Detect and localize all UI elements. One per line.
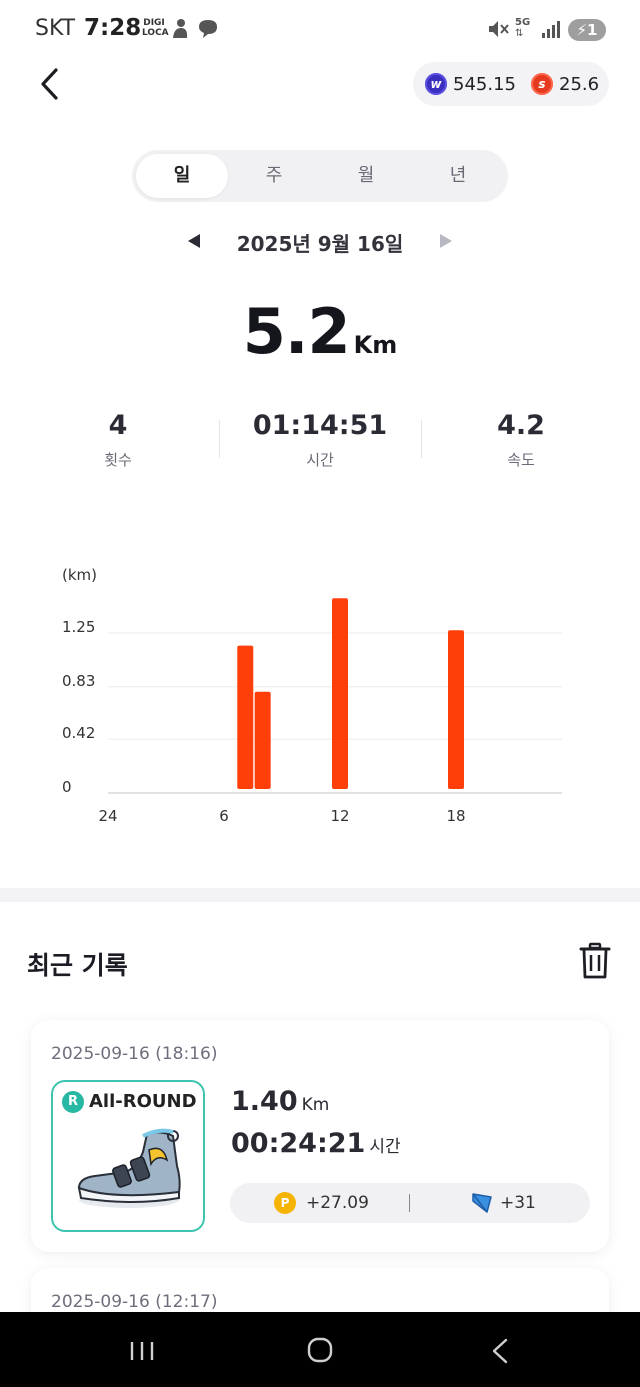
rewards-pill: P +27.09 +31 (230, 1183, 590, 1223)
rarity-badge: R (62, 1091, 84, 1113)
sneaker-image-icon (77, 1128, 181, 1208)
status-bar: SKT 7:28 DIGI LOCA 5G ⇅ ⚡1 (0, 0, 640, 60)
distance-unit: Km (353, 331, 398, 359)
flag-icon (472, 1193, 492, 1213)
y-tick-label: 0.42 (62, 724, 95, 742)
x-tick-label: 24 (98, 807, 117, 825)
x-tick-label: 18 (446, 807, 465, 825)
chat-bubble-icon (199, 20, 217, 38)
y-axis-unit-label: (km) (62, 566, 97, 584)
w-coin-icon: w (425, 73, 447, 95)
x-tick-label: 6 (219, 807, 229, 825)
divider (409, 1194, 410, 1212)
y-tick-label: 0 (62, 778, 72, 796)
previous-date-button[interactable] (184, 231, 204, 251)
period-tabs: 일 주 월 년 (132, 150, 508, 202)
tab-month[interactable]: 월 (320, 154, 412, 198)
chart-bar (254, 691, 271, 789)
system-navigation-bar (0, 1312, 640, 1387)
y-tick-label: 1.25 (62, 618, 95, 636)
shoe-name: All-ROUND (89, 1091, 197, 1112)
record-duration: 00:24:21 시간 (231, 1128, 401, 1159)
distance-value: 5.2 (242, 295, 351, 368)
shoe-card[interactable]: R All-ROUND (51, 1080, 205, 1232)
record-datetime: 2025-09-16 (12:17) (51, 1292, 218, 1312)
chart-bar (237, 645, 254, 789)
home-button[interactable] (300, 1334, 340, 1368)
s-coin-icon: s (531, 73, 553, 95)
clock: 7:28 (84, 15, 142, 41)
battery-icon: ⚡1 (568, 19, 606, 41)
date-label: 2025년 9월 16일 (236, 232, 404, 256)
s-balance: 25.6 (559, 74, 600, 95)
tab-day[interactable]: 일 (136, 154, 228, 198)
network-5g-icon: 5G ⇅ (515, 17, 531, 39)
stat-count: 4 횟수 (104, 410, 132, 469)
stat-time: 01:14:51 시간 (252, 410, 388, 469)
balance-pill[interactable]: w 545.15 s 25.6 (413, 62, 609, 106)
mute-icon (489, 21, 509, 37)
w-balance: 545.15 (453, 74, 516, 95)
record-card[interactable]: 2025-09-16 (18:16) R All-ROUND 1.40 Km 00… (31, 1020, 609, 1252)
x-tick-label: 12 (330, 807, 349, 825)
flags-earned: +31 (500, 1193, 536, 1213)
section-separator (0, 888, 640, 902)
stat-speed: 4.2 속도 (497, 410, 545, 469)
trash-icon[interactable] (578, 942, 612, 980)
y-tick-label: 0.83 (62, 672, 95, 690)
next-date-button[interactable] (436, 231, 456, 251)
total-distance: 5.2 Km (0, 295, 640, 368)
chart-bar (448, 630, 464, 789)
recent-records-title: 최근 기록 (27, 951, 128, 980)
digi-loca-icon: DIGI LOCA (142, 18, 169, 38)
tab-week[interactable]: 주 (228, 154, 320, 198)
notification-app-icon (173, 19, 188, 38)
back-nav-button[interactable] (480, 1334, 520, 1368)
tab-year[interactable]: 년 (412, 154, 504, 198)
back-button[interactable] (34, 64, 70, 104)
signal-icon (542, 21, 560, 38)
distance-bar-chart: (km) 1.25 0.83 0.42 0 24 6 12 18 (62, 566, 562, 825)
point-coin-icon: P (274, 1192, 296, 1214)
recent-apps-button[interactable] (122, 1334, 162, 1368)
chart-bar (332, 598, 348, 789)
record-datetime: 2025-09-16 (18:16) (51, 1044, 218, 1064)
points-earned: +27.09 (306, 1193, 369, 1213)
carrier-label: SKT (35, 16, 76, 41)
record-distance: 1.40 Km (231, 1086, 330, 1117)
